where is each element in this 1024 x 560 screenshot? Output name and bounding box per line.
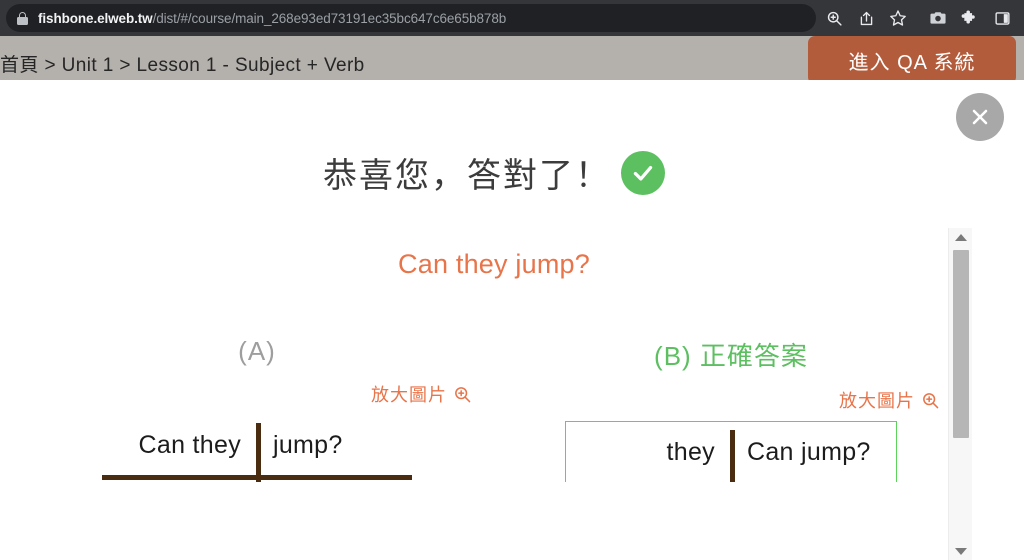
- zoom-in-icon: [923, 392, 939, 408]
- screenshot-camera-icon[interactable]: [922, 2, 954, 34]
- url-host: fishbone.elweb.tw: [38, 10, 153, 26]
- zoom-search-icon[interactable]: [818, 2, 850, 34]
- page-title: 恭喜您，答對了！: [323, 157, 611, 195]
- option-a-diagram[interactable]: Can they jump?: [92, 415, 422, 526]
- scroll-down-arrow-icon[interactable]: [949, 542, 973, 560]
- close-button[interactable]: [956, 93, 1004, 141]
- extensions-puzzle-icon[interactable]: [954, 2, 986, 34]
- browser-toolbar: fishbone.elweb.tw/dist/#/course/main_268…: [0, 0, 1024, 36]
- option-a-predicate: jump?: [273, 431, 343, 459]
- check-circle-icon: [621, 150, 665, 195]
- option-b-subject: they: [666, 438, 715, 466]
- option-b-predicate: Can jump?: [747, 438, 871, 466]
- url-path: /dist/#/course/main_268e93ed73191ec35bc6…: [152, 10, 507, 26]
- scroll-up-arrow-icon[interactable]: [949, 228, 973, 246]
- option-b: (B) 正確答案 放大圖片 they Can jump?: [494, 336, 968, 526]
- option-a-subject: Can they: [138, 431, 241, 459]
- option-a-zoom-image-link[interactable]: 放大圖片: [371, 381, 472, 407]
- enter-qa-system-button[interactable]: 進入 QA 系統: [808, 36, 1016, 84]
- modal-scrollbar[interactable]: [948, 228, 972, 560]
- option-a-divider: [256, 423, 261, 519]
- option-a: (A) 放大圖片 Can they jump?: [20, 336, 494, 526]
- zoom-in-icon: [455, 386, 471, 402]
- breadcrumb[interactable]: 首頁 > Unit 1 > Lesson 1 - Subject + Verb: [0, 50, 365, 77]
- lock-icon: [16, 11, 29, 25]
- option-a-label: (A): [238, 336, 276, 366]
- option-b-divider: [730, 430, 735, 526]
- browser-toolbar-icons: [818, 2, 1018, 34]
- url-text: fishbone.elweb.tw/dist/#/course/main_268…: [38, 11, 506, 26]
- share-icon[interactable]: [850, 2, 882, 34]
- close-icon: [972, 109, 988, 125]
- option-b-zoom-image-link[interactable]: 放大圖片: [839, 387, 940, 413]
- option-b-zoom-label: 放大圖片: [839, 391, 915, 411]
- modal-scroll-content: 恭喜您，答對了！ Can they jump? (A) 放大圖片 Can the…: [0, 148, 968, 526]
- bookmark-star-icon[interactable]: [882, 2, 914, 34]
- option-b-label: (B) 正確答案: [654, 341, 808, 371]
- scrollbar-thumb[interactable]: [953, 250, 969, 438]
- address-bar[interactable]: fishbone.elweb.tw/dist/#/course/main_268…: [6, 4, 816, 32]
- option-b-diagram[interactable]: they Can jump?: [565, 421, 897, 526]
- result-title-row: 恭喜您，答對了！: [0, 148, 968, 197]
- options-row: (A) 放大圖片 Can they jump? (B) 正確答案 放大圖片 th…: [0, 336, 968, 526]
- side-panel-icon[interactable]: [986, 2, 1018, 34]
- option-a-zoom-label: 放大圖片: [371, 385, 447, 405]
- answer-result-modal: 恭喜您，答對了！ Can they jump? (A) 放大圖片 Can the…: [0, 80, 1024, 560]
- question-text: Can they jump?: [398, 249, 590, 279]
